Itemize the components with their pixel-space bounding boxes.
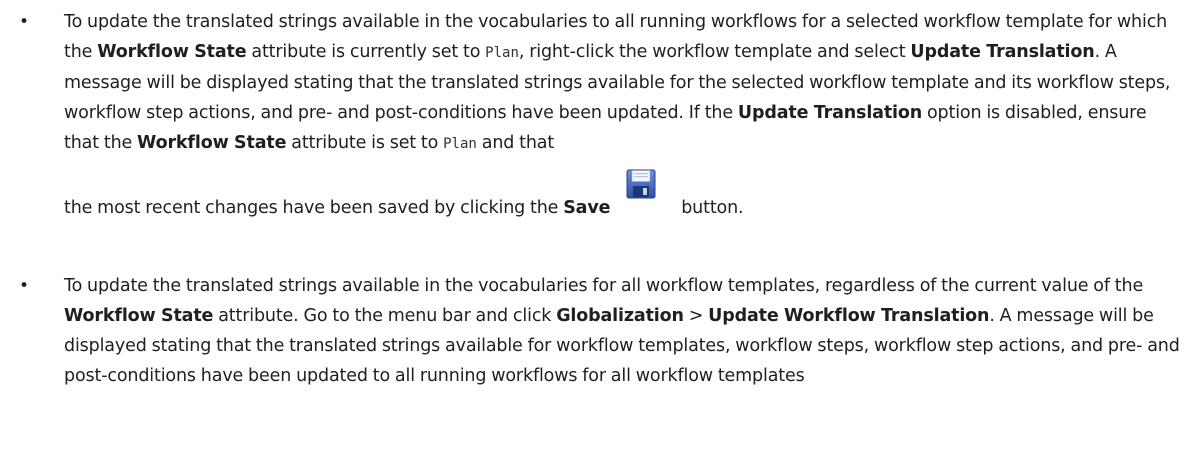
text-segment: button. <box>676 198 744 218</box>
bullet-marker: • <box>19 276 30 296</box>
text-segment: the most recent changes have been saved … <box>64 198 564 218</box>
ui-term-globalization: Globalization <box>556 306 684 326</box>
ui-term-workflow-state: Workflow State <box>137 133 287 153</box>
ui-term-workflow-state: Workflow State <box>64 306 214 326</box>
text-segment: attribute is currently set to <box>246 42 486 62</box>
code-value-plan: Plan <box>443 136 477 152</box>
text-segment: and that <box>476 133 555 153</box>
text-segment: To update the translated strings availab… <box>64 276 1144 296</box>
ui-term-workflow-state: Workflow State <box>97 42 247 62</box>
ui-term-save: Save <box>563 198 611 218</box>
text-segment: attribute is set to <box>286 133 444 153</box>
text-segment: > <box>683 306 709 326</box>
save-floppy-icon <box>624 169 658 215</box>
ui-term-update-translation: Update Translation <box>910 42 1095 62</box>
text-segment: , right-click the workflow template and … <box>518 42 911 62</box>
ui-term-update-translation: Update Translation <box>737 103 923 123</box>
paragraph: To update the translated strings availab… <box>64 271 1184 391</box>
bullet-marker: • <box>19 12 30 32</box>
ui-term-update-workflow-translation: Update Workflow Translation <box>708 306 990 326</box>
text-segment: attribute. Go to the menu bar and click <box>213 306 557 326</box>
paragraph: To update the translated strings availab… <box>64 7 1184 223</box>
code-value-plan: Plan <box>485 45 519 61</box>
